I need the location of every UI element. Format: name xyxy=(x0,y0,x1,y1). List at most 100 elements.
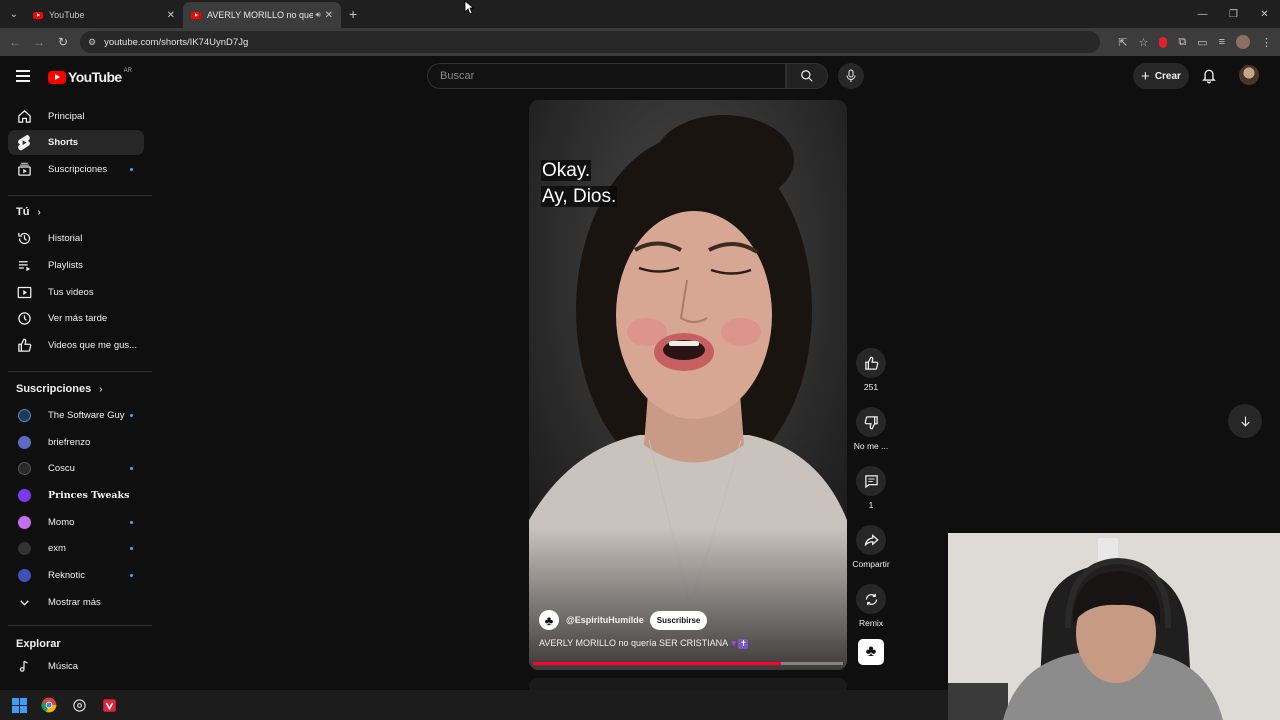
browser-tab-short[interactable]: AVERLY MORILLO no quería 🔊︎ ✕ xyxy=(183,2,341,28)
minimize-icon[interactable]: — xyxy=(1187,0,1218,28)
remix-button[interactable] xyxy=(856,584,886,614)
remix-icon xyxy=(865,593,877,605)
dislike-action[interactable]: No me ... xyxy=(850,407,892,451)
sidebar-item-label: Playlists xyxy=(48,260,83,271)
create-button[interactable]: + Crear xyxy=(1133,63,1189,89)
divider xyxy=(8,371,152,372)
extension-icon[interactable] xyxy=(1159,36,1168,48)
youtube-play-icon xyxy=(48,70,66,84)
notifications-button[interactable] xyxy=(1201,67,1217,89)
next-short-button[interactable] xyxy=(1228,404,1262,438)
comment-icon xyxy=(864,474,878,488)
sidebar-item-historial[interactable]: Historial xyxy=(8,226,144,251)
channel-avatar xyxy=(16,435,32,451)
sidebar-item-shorts[interactable]: Shorts xyxy=(8,130,144,155)
subscriptions-icon xyxy=(16,162,32,178)
settings-gear-icon[interactable] xyxy=(70,696,88,714)
comments-button[interactable] xyxy=(856,466,886,496)
app-red-icon[interactable] xyxy=(100,696,118,714)
sidebar-channel-briefrenzo[interactable]: briefrenzo xyxy=(8,430,144,455)
channel-avatar xyxy=(16,461,32,477)
thumbs-up-icon xyxy=(16,338,32,354)
like-action[interactable]: 251 xyxy=(850,348,892,392)
forward-icon[interactable]: → xyxy=(27,35,51,49)
like-count: 251 xyxy=(863,382,879,392)
shorts-icon xyxy=(16,134,32,151)
video-progress-bar[interactable] xyxy=(533,662,843,665)
show-more-button[interactable]: Mostrar más xyxy=(8,590,144,615)
hamburger-menu-icon[interactable] xyxy=(16,70,30,85)
channel-avatar xyxy=(16,515,32,531)
sidebar-item-tus-videos[interactable]: Tus videos xyxy=(8,280,144,305)
tab-search-button[interactable]: ⌄ xyxy=(3,3,25,25)
sidebar-item-playlists[interactable]: Playlists xyxy=(8,253,144,278)
site-info-icon[interactable]: ⚙ xyxy=(88,37,96,48)
media-control-icon[interactable]: ≡ xyxy=(1219,36,1225,48)
search-button[interactable] xyxy=(786,63,828,89)
browser-profile-avatar[interactable] xyxy=(1236,35,1250,49)
close-tab-icon[interactable]: ✕ xyxy=(325,10,333,21)
sidebar-channel-momo[interactable]: Momo xyxy=(8,510,144,535)
new-content-dot xyxy=(130,467,133,470)
channel-name: Princes Tweaks xyxy=(48,490,130,501)
sidebar-channel-exm[interactable]: exm xyxy=(8,536,144,561)
sidebar-item-ver-mas-tarde[interactable]: Ver más tarde xyxy=(8,306,144,331)
playlists-icon xyxy=(16,258,32,274)
sidebar-item-principal[interactable]: Principal xyxy=(8,104,144,129)
comments-action[interactable]: 1 xyxy=(850,466,892,510)
speaker-icon[interactable]: 🔊︎ xyxy=(316,10,321,20)
subscriptions-section-heading[interactable]: Suscripciones › xyxy=(16,383,103,395)
video-title[interactable]: AVERLY MORILLO no quería SER CRISTIANA ♥ ✝ xyxy=(539,638,749,649)
sidebar-item-suscripciones[interactable]: Suscripciones xyxy=(8,157,144,182)
progress-fill xyxy=(533,662,781,665)
sidebar-item-musica[interactable]: Música xyxy=(8,654,144,679)
sound-source-avatar[interactable]: ♣ xyxy=(858,639,884,665)
close-tab-icon[interactable]: ✕ xyxy=(167,10,175,21)
cast-icon[interactable]: ▭ xyxy=(1197,36,1207,49)
show-more-label: Mostrar más xyxy=(48,597,101,608)
you-section-heading[interactable]: Tú › xyxy=(16,206,41,218)
account-avatar[interactable] xyxy=(1239,65,1259,85)
extensions-puzzle-icon[interactable]: ⧉ xyxy=(1178,36,1186,49)
shorts-video-player[interactable]: Okay. Ay, Dios. ♣ @EspirituHumilde Suscr… xyxy=(529,100,847,670)
channel-avatar xyxy=(16,568,32,584)
reload-icon[interactable]: ↻ xyxy=(51,35,75,49)
browser-menu-icon[interactable]: ⋮ xyxy=(1261,36,1272,49)
share-label: Compartir xyxy=(852,559,890,569)
dislike-button[interactable] xyxy=(856,407,886,437)
purple-heart-icon: ♥ xyxy=(731,638,737,648)
sidebar: Principal Shorts Suscripciones Tú › Hist… xyxy=(0,100,152,690)
voice-search-button[interactable] xyxy=(838,63,864,89)
channel-avatar[interactable]: ♣ xyxy=(539,610,559,630)
remix-action[interactable]: Remix xyxy=(850,584,892,628)
close-window-icon[interactable]: ✕ xyxy=(1249,0,1280,28)
channel-handle[interactable]: @EspirituHumilde xyxy=(566,615,644,625)
chrome-icon[interactable] xyxy=(40,696,58,714)
sidebar-channel-coscu[interactable]: Coscu xyxy=(8,456,144,481)
sidebar-channel-princes-tweaks[interactable]: Princes Tweaks xyxy=(8,483,144,508)
browser-tab-youtube[interactable]: YouTube ✕ xyxy=(25,2,183,28)
share-action[interactable]: Compartir xyxy=(850,525,892,569)
youtube-header: YouTube AR Buscar + Crear xyxy=(0,56,1280,98)
like-button[interactable] xyxy=(856,348,886,378)
browser-tab-bar: ⌄ YouTube ✕ AVERLY MORILLO no quería 🔊︎ … xyxy=(0,0,1280,28)
country-code: AR xyxy=(123,68,132,74)
video-caption: Okay. Ay, Dios. xyxy=(541,158,618,210)
search-input[interactable]: Buscar xyxy=(427,63,786,89)
install-icon[interactable]: ⇱ xyxy=(1118,36,1127,49)
share-button[interactable] xyxy=(856,525,886,555)
restore-icon[interactable]: ❐ xyxy=(1218,0,1249,28)
address-bar[interactable]: ⚙ youtube.com/shorts/IK74UynD7Jg xyxy=(80,31,1100,53)
arrow-down-icon xyxy=(1240,416,1250,427)
sidebar-channel-reknotic[interactable]: Reknotic xyxy=(8,563,144,588)
windows-start-icon[interactable] xyxy=(10,696,28,714)
sidebar-item-liked-videos[interactable]: Videos que me gus... xyxy=(8,333,144,358)
back-icon[interactable]: ← xyxy=(3,35,27,49)
caption-line: Ay, Dios. xyxy=(541,186,618,207)
sidebar-channel-the-software-guy[interactable]: The Software Guy xyxy=(8,403,144,428)
youtube-logo[interactable]: YouTube AR xyxy=(48,68,132,85)
bookmark-star-icon[interactable]: ☆ xyxy=(1138,36,1148,49)
new-tab-button[interactable]: + xyxy=(349,6,357,22)
bell-icon xyxy=(1202,69,1216,84)
subscribe-button[interactable]: Suscribirse xyxy=(649,610,708,630)
